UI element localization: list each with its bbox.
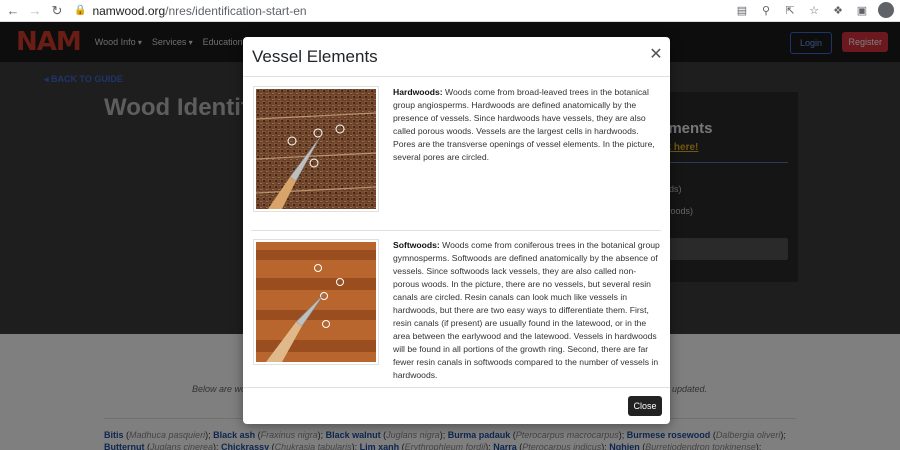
modal-title: Vessel Elements [252, 47, 378, 66]
close-button[interactable]: Close [628, 396, 662, 416]
item-divider [251, 230, 661, 231]
browser-toolbar: ← → ↻ 🔒 namwood.org/nres/identification-… [0, 0, 900, 22]
forward-arrow-icon[interactable]: → [26, 2, 44, 20]
share-icon[interactable]: ⇱ [782, 2, 798, 18]
back-arrow-icon[interactable]: ← [4, 2, 22, 20]
profile-avatar-icon[interactable] [878, 2, 894, 18]
reload-icon[interactable]: ↻ [48, 2, 66, 20]
extensions-icon[interactable]: ❖ [830, 2, 846, 18]
softwood-sample-image [253, 239, 379, 365]
translate-icon[interactable]: ▤ [734, 2, 750, 18]
hardwood-image-graphic [256, 89, 376, 209]
close-icon[interactable]: ✕ [648, 47, 664, 63]
hardwood-sample-image [253, 86, 379, 212]
hardwoods-description: Hardwoods: Woods come from broad-leaved … [393, 87, 655, 162]
browser-actions: ▤ ⚲ ⇱ ☆ ❖ ▣ [734, 2, 894, 18]
zoom-icon[interactable]: ⚲ [758, 2, 774, 18]
vessel-elements-modal: Vessel Elements ✕ Hardwoods: Woods come … [243, 37, 670, 424]
bookmark-star-icon[interactable]: ☆ [806, 2, 822, 18]
address-bar[interactable]: 🔒 namwood.org/nres/identification-start-… [74, 2, 684, 20]
softwood-image-graphic [256, 242, 376, 362]
softwoods-description: Softwoods: Woods come from coniferous tr… [393, 240, 660, 380]
lock-icon: 🔒 [74, 5, 87, 16]
sidepanel-icon[interactable]: ▣ [854, 2, 870, 18]
url-domain: namwood.org [92, 3, 166, 18]
modal-header: Vessel Elements ✕ [243, 37, 670, 77]
url-path: /nres/identification-start-en [165, 3, 307, 18]
modal-footer: Close [243, 387, 670, 424]
